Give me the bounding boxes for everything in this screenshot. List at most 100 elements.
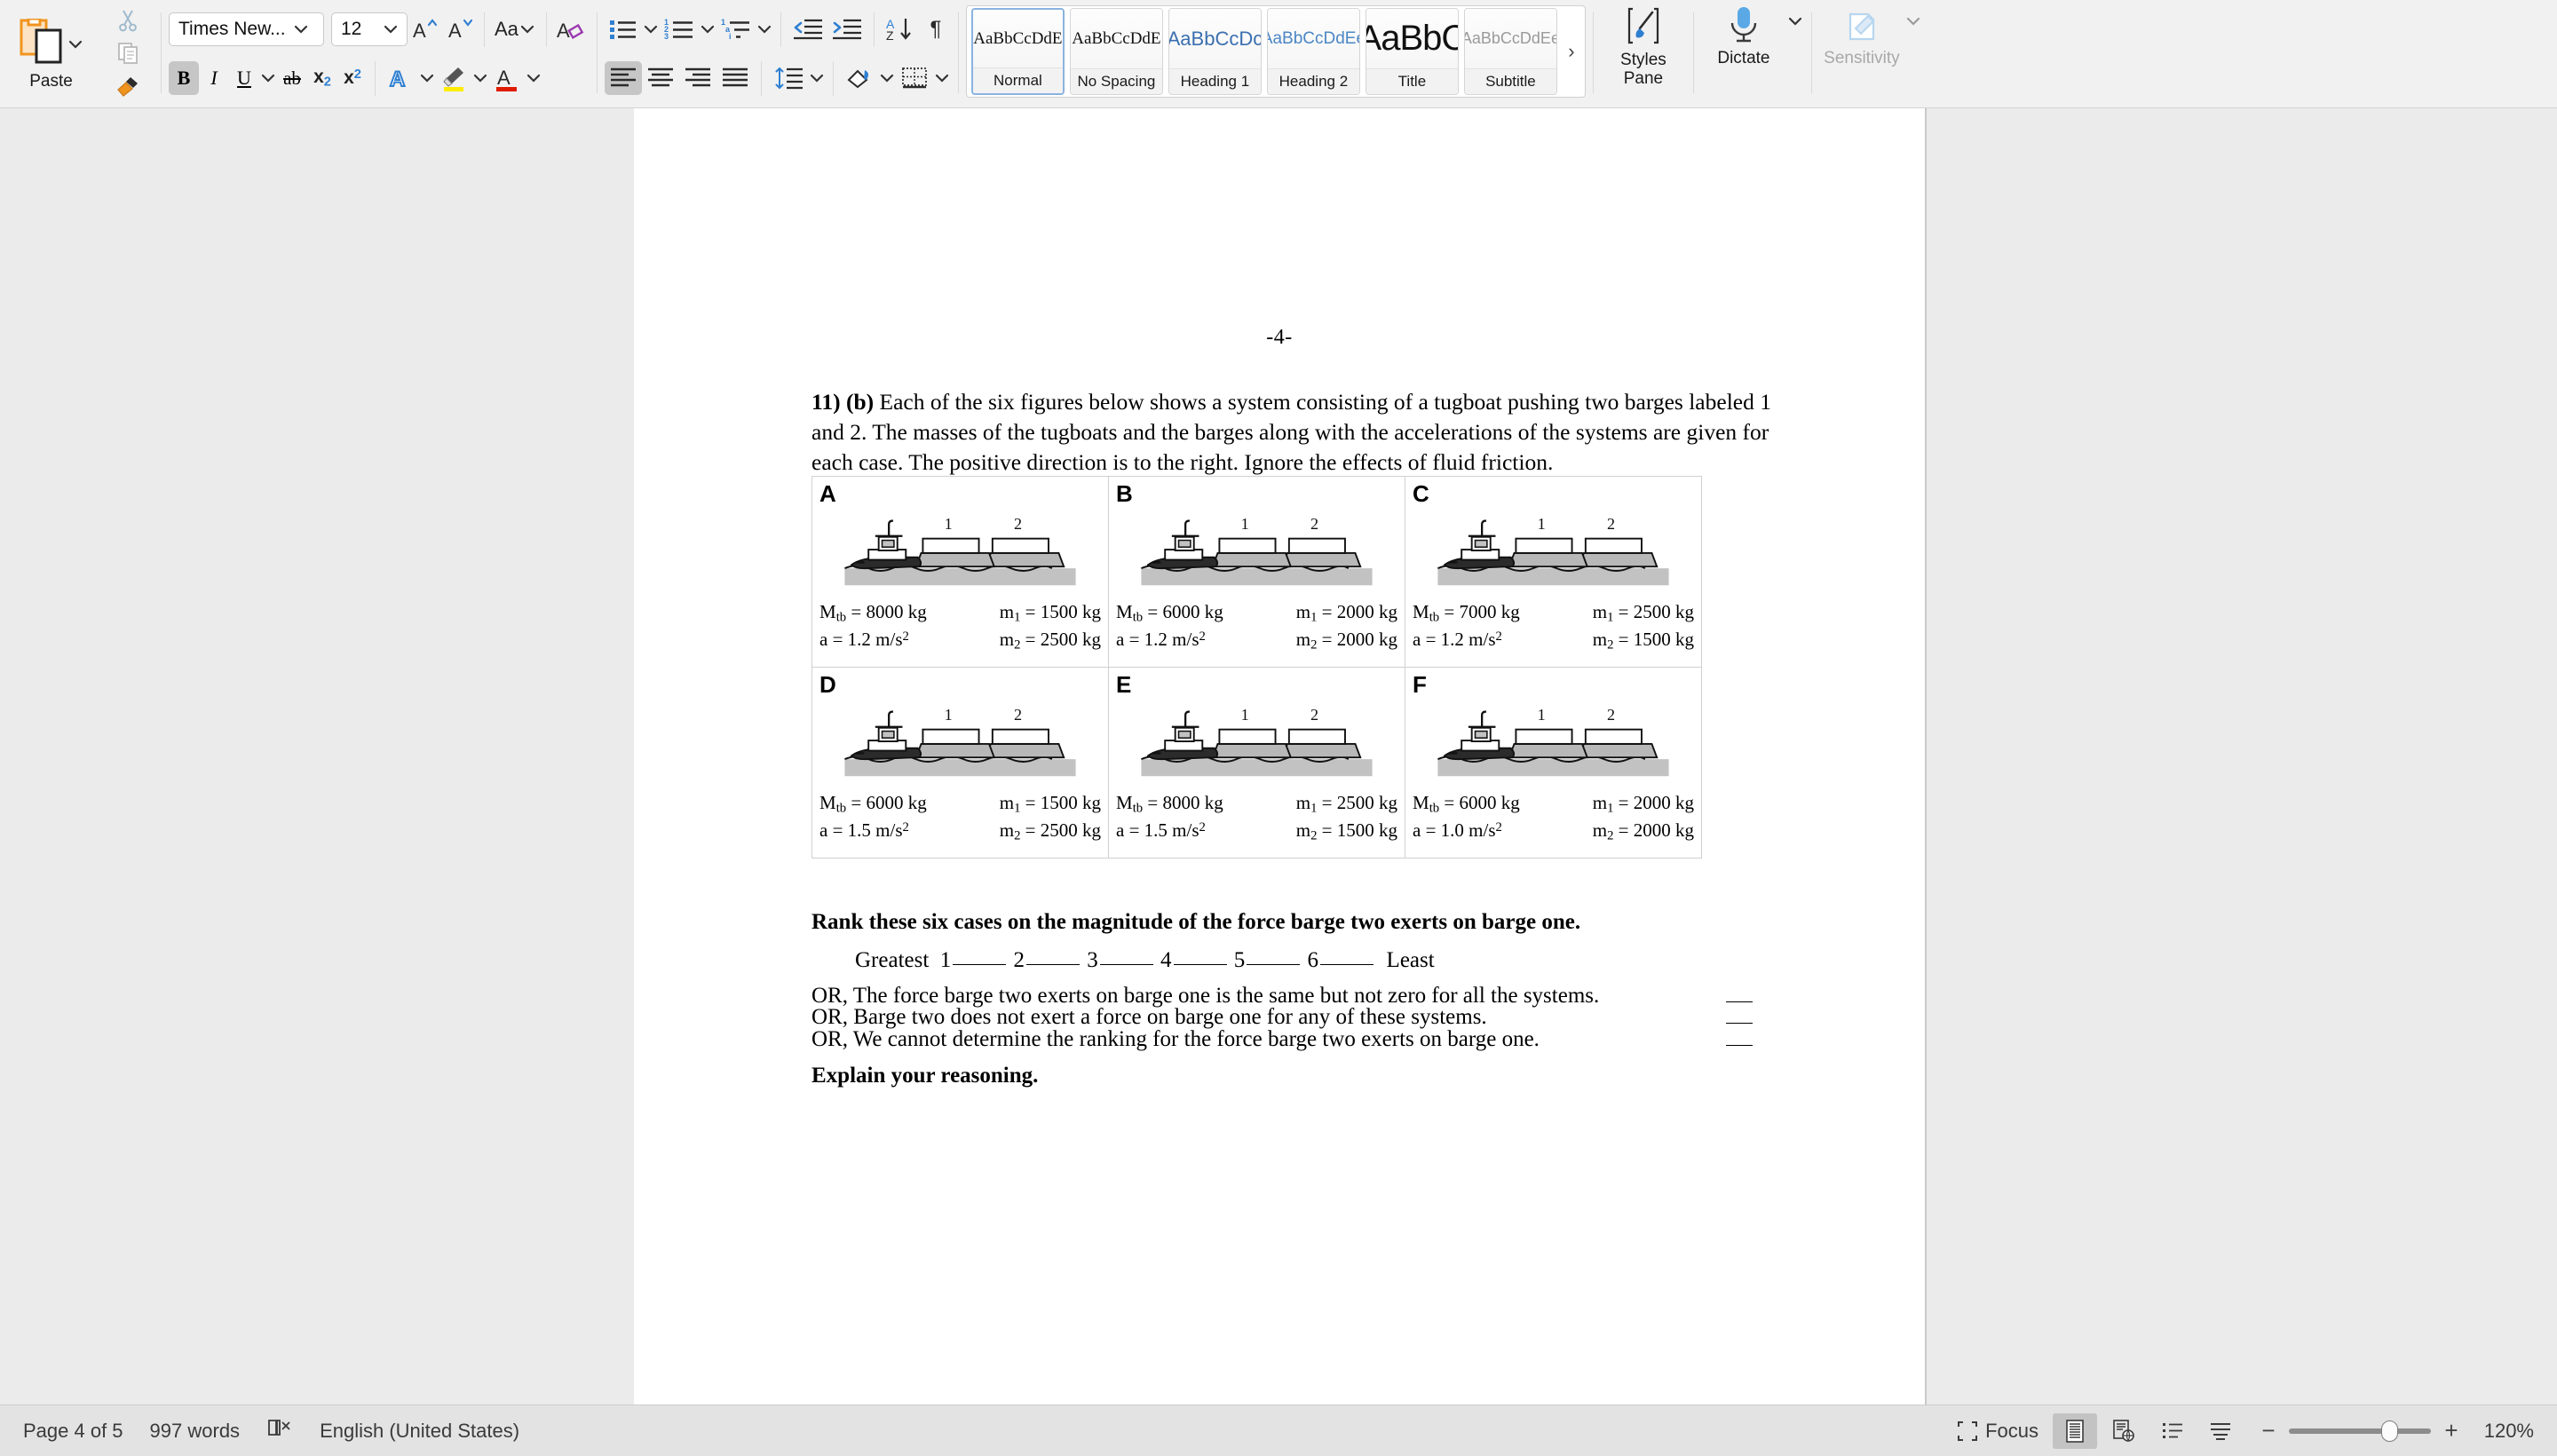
styles-pane-label: Styles Pane	[1620, 51, 1666, 88]
line-spacing-caret[interactable]	[808, 61, 826, 95]
rank-blank-6[interactable]	[1320, 951, 1374, 965]
clear-formatting-button[interactable]: A	[552, 12, 590, 46]
zoom-slider-track[interactable]	[2289, 1420, 2431, 1442]
draft-view-button[interactable]	[2198, 1415, 2243, 1447]
bold-button[interactable]: B	[169, 61, 199, 95]
copy-button[interactable]	[112, 36, 144, 69]
align-left-button[interactable]	[604, 61, 642, 95]
underline-button[interactable]: U	[229, 61, 259, 95]
numbering-button[interactable]: 1 2 3	[660, 12, 699, 46]
change-case-button[interactable]: Aa	[490, 12, 541, 46]
line-spacing-button[interactable]	[769, 61, 808, 95]
case-cell-b[interactable]: B 1 2 Mtb = 6000 kg a = 1.2 m/s2 m1 = 200…	[1108, 476, 1405, 668]
case-cell-c[interactable]: C 1 2 Mtb = 7000 kg a = 1.2 m/s2 m1 = 250…	[1405, 476, 1702, 668]
shrink-font-button[interactable]: A	[443, 12, 479, 46]
proofing-status-button[interactable]	[266, 1417, 293, 1445]
font-size-input[interactable]: 12	[331, 12, 408, 46]
bullets-caret[interactable]	[642, 12, 660, 46]
paste-button[interactable]: Paste	[0, 0, 102, 107]
dictate-button[interactable]: Dictate	[1701, 0, 1786, 107]
font-name-caret[interactable]	[292, 12, 310, 46]
ribbon-toolbar: Paste Times New... 12 A A Aa A B I U ab …	[0, 0, 2557, 108]
numbering-caret[interactable]	[699, 12, 716, 46]
case-cell-e[interactable]: E 1 2 Mtb = 8000 kg a = 1.5 m/s2 m1 = 250…	[1108, 667, 1405, 859]
case-cell-d[interactable]: D 1 2 Mtb = 6000 kg a = 1.5 m/s2 m1 = 150…	[811, 667, 1109, 859]
zoom-slider[interactable]: − + 120%	[2259, 1417, 2534, 1444]
zoom-level-label[interactable]: 120%	[2472, 1420, 2534, 1443]
focus-button[interactable]: Focus	[1946, 1414, 2049, 1448]
style-tile-heading-1[interactable]: AaBbCcDc Heading 1	[1168, 8, 1262, 95]
grow-font-button[interactable]: A	[408, 12, 443, 46]
rank-blank-5[interactable]	[1247, 951, 1301, 965]
document-canvas[interactable]: -4- 11) (b) Each of the six figures belo…	[0, 108, 2557, 1456]
bullets-button[interactable]	[605, 12, 642, 46]
text-effects-caret[interactable]	[418, 61, 436, 95]
styles-gallery-more-button[interactable]: ›	[1560, 8, 1583, 95]
multilevel-list-button[interactable]: 1 a i	[716, 12, 756, 46]
style-tile-no-spacing[interactable]: AaBbCcDdE No Spacing	[1069, 8, 1163, 95]
highlight-caret[interactable]	[471, 61, 489, 95]
style-tile-heading-2[interactable]: AaBbCcDdEe Heading 2	[1266, 8, 1360, 95]
strikethrough-button[interactable]: ab	[277, 61, 307, 95]
increase-indent-button[interactable]	[827, 12, 867, 46]
styles-pane-button[interactable]: Styles Pane	[1601, 0, 1686, 107]
shading-button[interactable]	[841, 61, 878, 95]
rank-blank-3[interactable]	[1099, 951, 1153, 965]
italic-button[interactable]: I	[199, 61, 229, 95]
shading-caret[interactable]	[878, 61, 896, 95]
word-count-indicator[interactable]: 997 words	[150, 1420, 241, 1443]
zoom-in-button[interactable]: +	[2442, 1417, 2461, 1444]
format-painter-button[interactable]	[111, 69, 145, 102]
rank-blank-2[interactable]	[1026, 951, 1081, 965]
rank-answer-line[interactable]: Greatest 1 2 3 4 5 6 Least	[855, 948, 1752, 973]
font-name-input[interactable]: Times New...	[169, 12, 324, 46]
case-cell-f[interactable]: F 1 2 Mtb = 6000 kg a = 1.0 m/s2 m1 = 200…	[1405, 667, 1702, 859]
dictate-caret[interactable]	[1786, 0, 1804, 43]
superscript-button[interactable]: x2	[337, 61, 368, 95]
outline-view-icon	[2163, 1422, 2182, 1438]
justify-button[interactable]	[716, 61, 754, 95]
or-option-blank[interactable]	[1726, 1011, 1753, 1024]
case-cell-a[interactable]: A 1 2 Mtb = 8000 kg a = 1.2 m/s2 m1 = 150…	[811, 476, 1109, 668]
styles-gallery[interactable]: AaBbCcDdE Normal AaBbCcDdE No Spacing Aa…	[965, 5, 1586, 98]
web-layout-button[interactable]	[2101, 1413, 2147, 1449]
align-center-button[interactable]	[642, 61, 679, 95]
align-right-button[interactable]	[679, 61, 716, 95]
document-page[interactable]: -4- 11) (b) Each of the six figures belo…	[634, 108, 1927, 1420]
sensitivity-caret[interactable]	[1904, 0, 1922, 43]
sensitivity-label: Sensitivity	[1824, 49, 1900, 67]
show-formatting-marks-button[interactable]: ¶	[921, 12, 951, 46]
language-indicator[interactable]: English (United States)	[320, 1420, 519, 1443]
acceleration: a = 1.0 m/s2	[1413, 819, 1502, 842]
explain-prompt: Explain your reasoning.	[811, 1064, 1039, 1088]
style-tile-title[interactable]: AaBbC Title	[1365, 8, 1459, 95]
zoom-out-button[interactable]: −	[2259, 1417, 2278, 1444]
print-layout-button[interactable]	[2053, 1412, 2097, 1449]
rank-blank-1[interactable]	[953, 951, 1007, 965]
zoom-slider-knob[interactable]	[2381, 1420, 2398, 1442]
highlight-button[interactable]	[436, 61, 471, 95]
multilevel-list-caret[interactable]	[756, 12, 773, 46]
style-tile-subtitle[interactable]: AaBbCcDdEe Subtitle	[1463, 8, 1557, 95]
barge-2-label: 2	[1607, 515, 1615, 533]
style-tile-normal[interactable]: AaBbCcDdE Normal	[970, 8, 1065, 95]
page-count-indicator[interactable]: Page 4 of 5	[23, 1420, 123, 1443]
font-size-caret[interactable]	[382, 12, 400, 46]
font-color-caret[interactable]	[525, 61, 542, 95]
cut-button[interactable]	[112, 4, 144, 36]
borders-caret[interactable]	[933, 61, 951, 95]
or-option-blank[interactable]	[1726, 990, 1753, 1002]
font-color-button[interactable]: A	[489, 61, 525, 95]
text-effects-button[interactable]: A	[383, 61, 418, 95]
paste-options-caret[interactable]	[67, 28, 84, 61]
subscript-button[interactable]: x2	[307, 61, 337, 95]
outline-view-button[interactable]	[2150, 1415, 2195, 1447]
underline-caret[interactable]	[259, 61, 277, 95]
rank-blank-4[interactable]	[1173, 951, 1227, 965]
or-option-blank[interactable]	[1726, 1033, 1753, 1046]
sensitivity-button[interactable]: Sensitivity	[1819, 0, 1904, 107]
change-case-caret[interactable]	[519, 12, 536, 46]
borders-button[interactable]	[896, 61, 933, 95]
decrease-indent-button[interactable]	[788, 12, 827, 46]
sort-button[interactable]: A Z	[882, 12, 921, 46]
